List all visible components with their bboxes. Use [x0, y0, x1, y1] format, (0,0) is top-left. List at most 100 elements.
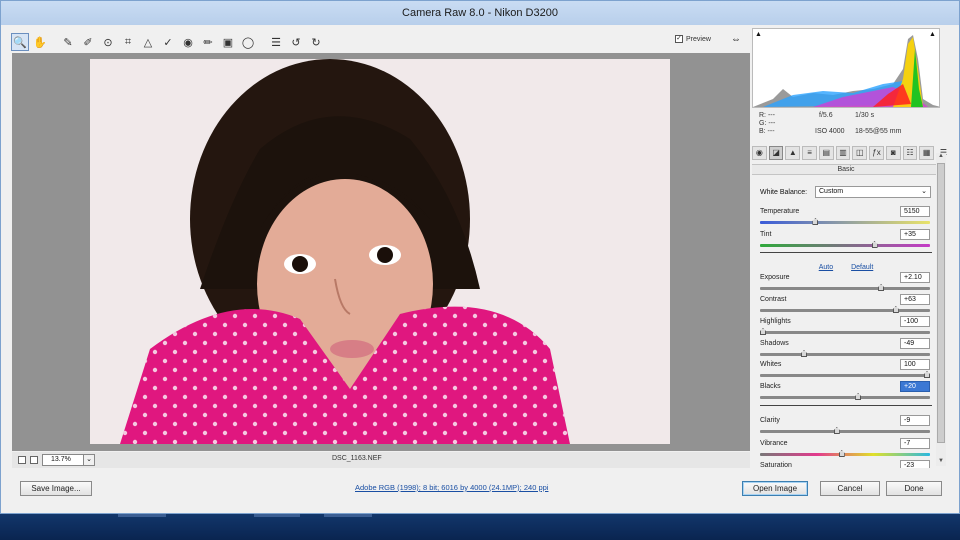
vibrance-value-field[interactable]: -7	[900, 438, 930, 449]
fullscreen-icon[interactable]: ⇔	[731, 34, 741, 45]
default-link[interactable]: Default	[851, 264, 873, 271]
dialog-footer: Save Image... Adobe RGB (1998); 8 bit; 6…	[2, 473, 960, 505]
panel-scrollbar[interactable]: ▲ ▼	[936, 153, 946, 466]
done-button[interactable]: Done	[886, 481, 942, 496]
cancel-button[interactable]: Cancel	[820, 481, 880, 496]
adjustment-brush-tool-icon[interactable]: ✏	[199, 33, 217, 51]
shadows-slider-track[interactable]	[760, 353, 930, 356]
radial-filter-tool-icon[interactable]: ◯	[239, 33, 257, 51]
temperature-slider-thumb[interactable]	[812, 218, 819, 225]
zoom-tool-icon[interactable]: 🔍	[11, 33, 29, 51]
blacks-slider-thumb[interactable]	[855, 393, 862, 400]
photo-preview	[90, 59, 670, 444]
whites-value-field[interactable]: 100	[900, 359, 930, 370]
whites-slider-track[interactable]	[760, 374, 930, 377]
saturation-label: Saturation	[760, 462, 792, 468]
spot-removal-tool-icon[interactable]: ✓	[159, 33, 177, 51]
scroll-thumb[interactable]	[937, 163, 945, 443]
contrast-value-field[interactable]: +63	[900, 294, 930, 305]
whites-label: Whites	[760, 361, 782, 368]
tab-basic[interactable]: ◉	[752, 146, 767, 160]
tab-effects[interactable]: ◫	[852, 146, 868, 160]
zoom-dropdown-icon[interactable]: ⌄	[83, 454, 95, 466]
clarity-slider-track[interactable]	[760, 430, 930, 433]
workflow-options-link[interactable]: Adobe RGB (1998); 8 bit; 6016 by 4000 (2…	[355, 483, 548, 492]
blue-value: B: ---	[759, 128, 775, 135]
shadows-value-field[interactable]: -49	[900, 338, 930, 349]
targeted-adjustment-tool-icon[interactable]: ⊙	[99, 33, 117, 51]
blacks-slider-row: Blacks +20	[760, 381, 932, 403]
clarity-slider-row: Clarity -9	[760, 415, 932, 437]
canvas-status-bar: 13.7% ⌄ DSC_1163.NEF	[12, 452, 750, 468]
save-image-button[interactable]: Save Image...	[20, 481, 92, 496]
vibrance-slider-track[interactable]	[760, 453, 930, 456]
tint-slider-track[interactable]	[760, 244, 930, 247]
saturation-value-field[interactable]: -23	[900, 460, 930, 468]
red-value: R: ---	[759, 112, 775, 119]
shadows-slider-thumb[interactable]	[801, 350, 807, 357]
zoom-in-button[interactable]	[30, 456, 38, 464]
color-sampler-tool-icon[interactable]: ✐	[79, 33, 97, 51]
histogram: ▲ ▲	[752, 28, 940, 108]
tab-presets[interactable]: ◙	[885, 146, 901, 160]
preview-toggle[interactable]: ✓ Preview	[675, 35, 711, 43]
panel-tabs: ◉ ◪ ▲ ≡ ▤ ▥ ◫ ƒx ◙ ☷ ▦	[752, 146, 935, 162]
tab-camera-calibration[interactable]: ƒx	[869, 146, 884, 160]
highlights-slider-thumb[interactable]	[760, 328, 766, 335]
rotate-cw-tool-icon[interactable]: ↻	[307, 33, 325, 51]
whites-slider-thumb[interactable]	[924, 371, 930, 378]
clarity-value-field[interactable]: -9	[900, 415, 930, 426]
tab-hsl[interactable]: ≡	[802, 146, 817, 160]
highlight-clipping-icon[interactable]: ▲	[929, 31, 937, 39]
tint-slider-thumb[interactable]	[871, 241, 878, 248]
tab-detail[interactable]: ▲	[785, 146, 801, 160]
preferences-tool-icon[interactable]: ☰	[267, 33, 285, 51]
red-eye-tool-icon[interactable]: ◉	[179, 33, 197, 51]
open-image-button[interactable]: Open Image	[742, 481, 808, 496]
clarity-slider-thumb[interactable]	[833, 427, 840, 434]
highlights-value-field[interactable]: -100	[900, 316, 930, 327]
highlights-slider-track[interactable]	[760, 331, 930, 334]
blacks-value-field[interactable]: +20	[900, 381, 930, 392]
vibrance-label: Vibrance	[760, 440, 788, 447]
shadow-clipping-icon[interactable]: ▲	[755, 31, 763, 39]
zoom-out-button[interactable]	[18, 456, 26, 464]
exposure-slider-thumb[interactable]	[878, 284, 885, 291]
tab-split-toning[interactable]: ▤	[818, 146, 834, 160]
image-canvas[interactable]	[12, 53, 750, 451]
blacks-slider-track[interactable]	[760, 396, 930, 399]
tab-snapshots[interactable]: ☷	[902, 146, 918, 160]
white-balance-select[interactable]: Custom ⌄	[815, 186, 931, 198]
preview-checkbox[interactable]: ✓	[675, 35, 683, 43]
exposure-value-field[interactable]: +2.10	[900, 272, 930, 283]
filename-label: DSC_1163.NEF	[332, 455, 382, 462]
crop-tool-icon[interactable]: ⌗	[119, 33, 137, 51]
auto-link[interactable]: Auto	[819, 264, 833, 271]
scroll-up-icon[interactable]: ▲	[937, 153, 945, 161]
hand-tool-icon[interactable]: ✋	[31, 33, 49, 51]
taskbar-item[interactable]	[254, 514, 300, 517]
white-balance-tool-icon[interactable]: ✎	[59, 33, 77, 51]
tab-lens-corrections[interactable]: ▥	[835, 146, 851, 160]
contrast-slider-track[interactable]	[760, 309, 930, 312]
tab-tone-curve[interactable]: ◪	[768, 146, 784, 160]
tint-value-field[interactable]: +35	[900, 229, 930, 240]
tint-label: Tint	[760, 231, 772, 238]
toolbar: 🔍 ✋ ✎ ✐ ⊙ ⌗ △ ✓ ◉ ✏ ▣ ◯ ☰ ↺ ↻	[11, 32, 749, 52]
tab-settings[interactable]: ▦	[919, 146, 935, 160]
rotate-ccw-tool-icon[interactable]: ↺	[287, 33, 305, 51]
taskbar-item[interactable]	[324, 514, 372, 517]
contrast-slider-row: Contrast +63	[760, 294, 932, 316]
exposure-slider-track[interactable]	[760, 287, 930, 290]
temperature-slider-track[interactable]	[760, 221, 930, 224]
temperature-value-field[interactable]: 5150	[900, 206, 930, 217]
chevron-down-icon: ⌄	[921, 188, 927, 195]
shutter-value: 1/30 s	[855, 112, 875, 119]
scroll-down-icon[interactable]: ▼	[937, 458, 945, 466]
straighten-tool-icon[interactable]: △	[139, 33, 157, 51]
vibrance-slider-thumb[interactable]	[838, 450, 845, 457]
taskbar-item[interactable]	[118, 514, 166, 517]
graduated-filter-tool-icon[interactable]: ▣	[219, 33, 237, 51]
contrast-slider-thumb[interactable]	[892, 306, 899, 313]
lens-value: 18-55@55 mm	[855, 128, 902, 135]
